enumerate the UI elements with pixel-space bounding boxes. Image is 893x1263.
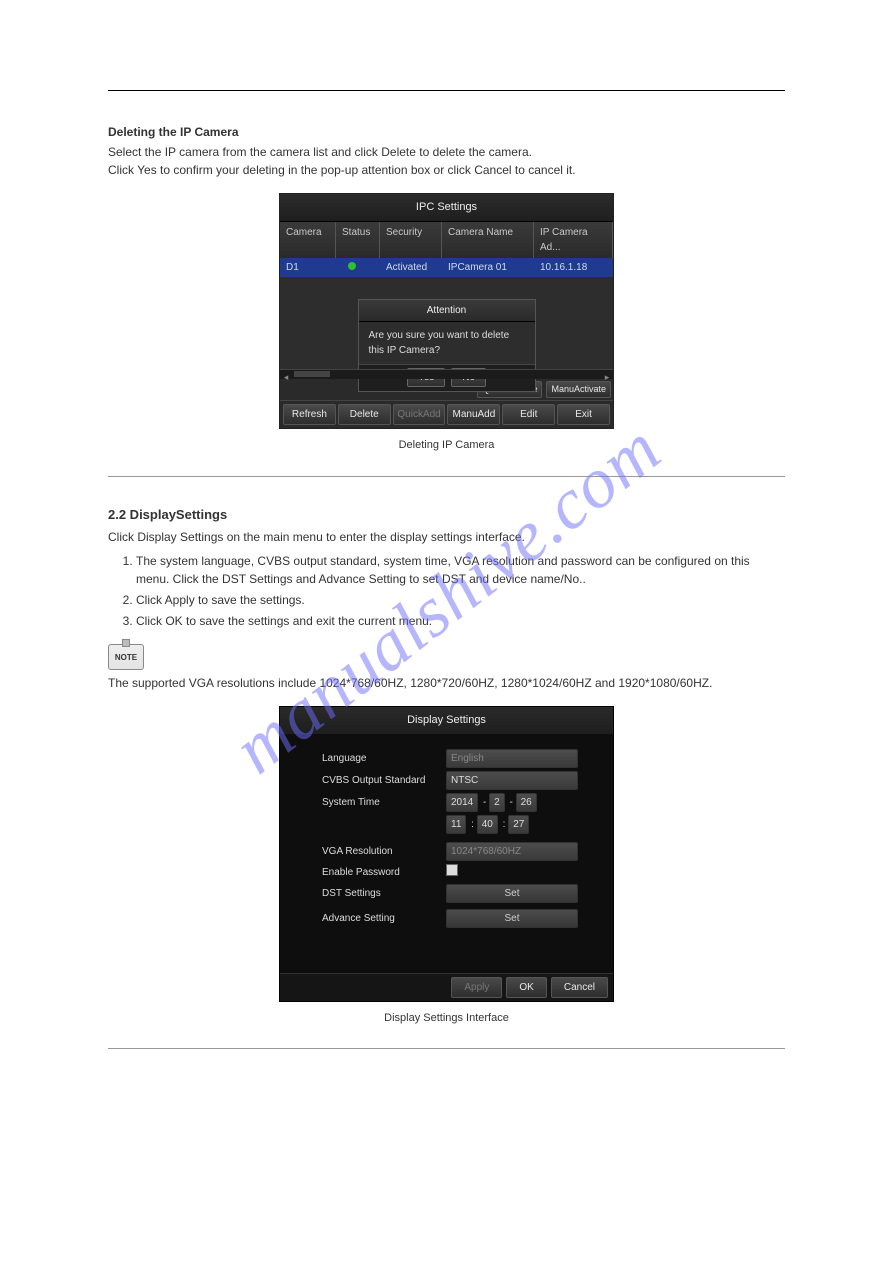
label-enable-password: Enable Password — [322, 865, 446, 880]
display-footer: Apply OK Cancel — [280, 973, 613, 1001]
header-camera: Camera — [280, 222, 336, 258]
ipc-table-row[interactable]: D1 Activated IPCamera 01 10.16.1.18 — [280, 258, 613, 277]
list-item-3: Click OK to save the settings and exit t… — [136, 612, 785, 630]
date-sep-1: - — [480, 797, 489, 808]
cell-camera-name: IPCamera 01 — [442, 258, 534, 277]
ipc-button-row: Refresh Delete QuickAdd ManuAdd Edit Exi… — [280, 400, 613, 428]
caption-display: Display Settings Interface — [108, 1010, 785, 1027]
edit-button[interactable]: Edit — [502, 404, 555, 425]
paragraph-vga-resolutions: The supported VGA resolutions include 10… — [108, 674, 785, 692]
cell-security: Activated — [380, 258, 442, 277]
header-status: Status — [336, 222, 380, 258]
heading-deleting: Deleting the IP Camera — [108, 123, 785, 141]
time-sep-1: : — [468, 819, 476, 830]
manuadd-button[interactable]: ManuAdd — [447, 404, 500, 425]
ipc-settings-screenshot: IPC Settings Camera Status Security Came… — [279, 193, 614, 429]
header-ip: IP Camera Ad... — [534, 222, 613, 258]
status-ok-icon — [348, 262, 356, 270]
manuactivate-button[interactable]: ManuActivate — [546, 381, 611, 399]
paragraph-delete-confirm: Click Yes to confirm your deleting in th… — [108, 161, 785, 179]
delete-button[interactable]: Delete — [338, 404, 391, 425]
paragraph-delete-intro: Select the IP camera from the camera lis… — [108, 143, 785, 161]
advance-set-button[interactable]: Set — [446, 909, 578, 928]
ipc-table-body: Attention Are you sure you want to delet… — [280, 277, 613, 369]
cancel-button[interactable]: Cancel — [551, 977, 608, 998]
list-item-1: The system language, CVBS output standar… — [136, 552, 785, 588]
dialog-title: Attention — [359, 300, 535, 322]
list-item-2: Click Apply to save the settings. — [136, 591, 785, 609]
dialog-message: Are you sure you want to delete this IP … — [359, 322, 535, 365]
label-vga: VGA Resolution — [322, 844, 446, 859]
hour-spinner[interactable]: 11 — [446, 815, 466, 834]
label-cvbs: CVBS Output Standard — [322, 773, 446, 788]
vga-select[interactable]: 1024*768/60HZ — [446, 842, 578, 861]
exit-button[interactable]: Exit — [557, 404, 610, 425]
day-spinner[interactable]: 26 — [516, 793, 537, 812]
cvbs-select[interactable]: NTSC — [446, 771, 578, 790]
apply-button[interactable]: Apply — [451, 977, 502, 998]
note-icon: NOTE — [108, 644, 144, 670]
header-camera-name: Camera Name — [442, 222, 534, 258]
horizontal-scrollbar[interactable]: ◂ ▸ — [280, 369, 613, 379]
heading-display-settings: 2.2 DisplaySettings — [108, 505, 785, 525]
enable-password-checkbox[interactable] — [446, 864, 458, 876]
cell-ip: 10.16.1.18 — [534, 258, 613, 277]
second-spinner[interactable]: 27 — [508, 815, 529, 834]
month-spinner[interactable]: 2 — [489, 793, 505, 812]
label-language: Language — [322, 751, 446, 766]
time-sep-2: : — [500, 819, 508, 830]
header-security: Security — [380, 222, 442, 258]
label-dst: DST Settings — [322, 886, 446, 901]
label-advance: Advance Setting — [322, 911, 446, 926]
section-rule-1 — [108, 476, 785, 477]
cell-camera: D1 — [280, 258, 336, 277]
refresh-button[interactable]: Refresh — [283, 404, 336, 425]
scroll-left-icon[interactable]: ◂ — [282, 371, 290, 379]
quickadd-button[interactable]: QuickAdd — [393, 404, 446, 425]
section-rule-2 — [108, 1048, 785, 1049]
top-rule — [108, 90, 785, 91]
display-form: Language English CVBS Output Standard NT… — [280, 734, 613, 973]
minute-spinner[interactable]: 40 — [477, 815, 498, 834]
ipc-titlebar: IPC Settings — [280, 194, 613, 222]
year-spinner[interactable]: 2014 — [446, 793, 478, 812]
display-steps-list: The system language, CVBS output standar… — [108, 552, 785, 630]
dst-set-button[interactable]: Set — [446, 884, 578, 903]
cell-status — [336, 258, 380, 277]
label-system-time: System Time — [322, 795, 446, 810]
ok-button[interactable]: OK — [506, 977, 546, 998]
date-sep-2: - — [507, 797, 516, 808]
ipc-table-header: Camera Status Security Camera Name IP Ca… — [280, 222, 613, 258]
paragraph-display-intro: Click Display Settings on the main menu … — [108, 528, 785, 546]
display-settings-screenshot: Display Settings Language English CVBS O… — [279, 706, 614, 1002]
scroll-right-icon[interactable]: ▸ — [603, 371, 611, 379]
language-select[interactable]: English — [446, 749, 578, 768]
display-titlebar: Display Settings — [280, 707, 613, 734]
caption-deleting: Deleting IP Camera — [108, 437, 785, 454]
scrollbar-thumb[interactable] — [294, 371, 330, 377]
